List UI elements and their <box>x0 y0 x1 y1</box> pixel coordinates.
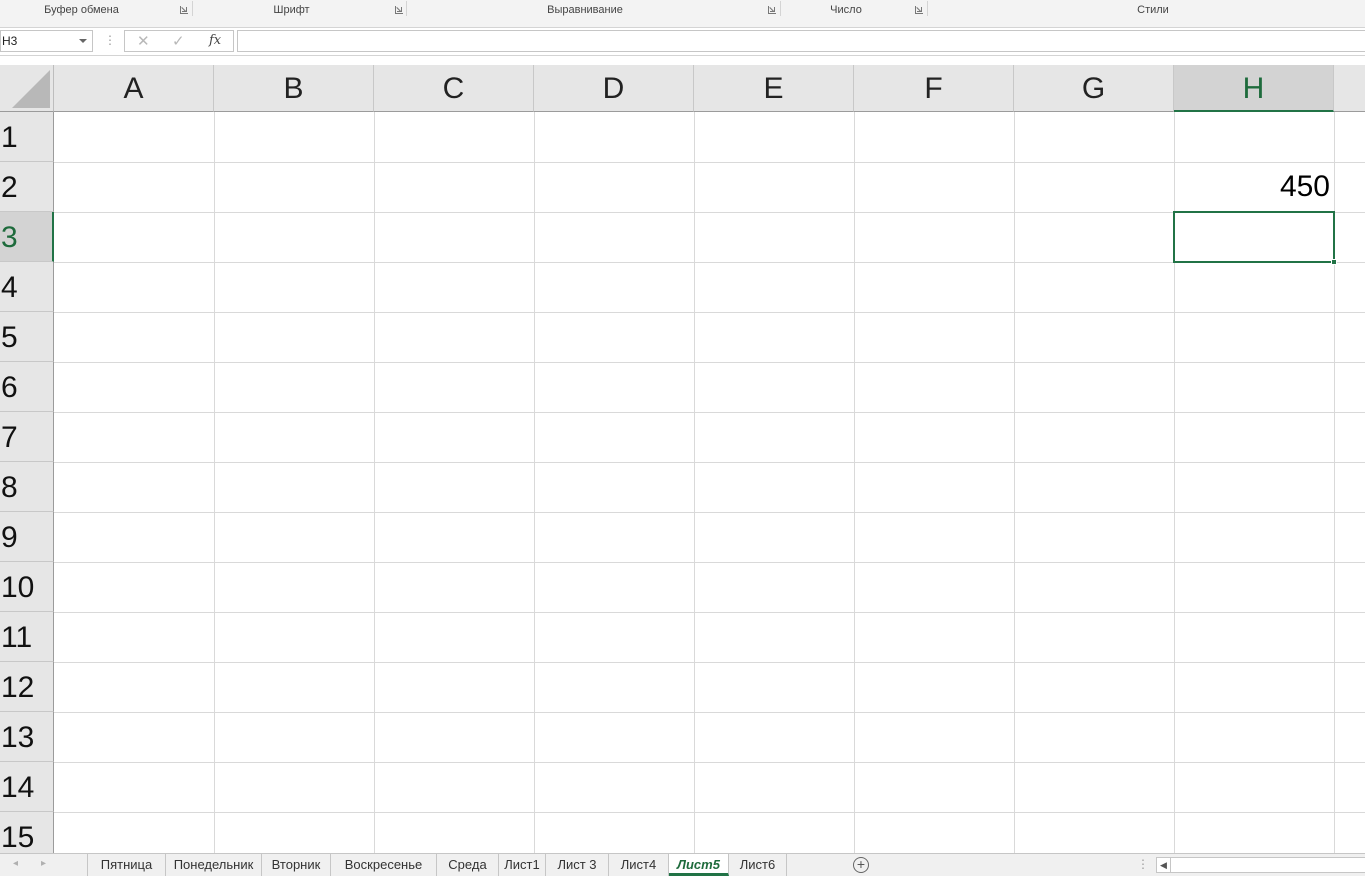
column-header-partial <box>1334 65 1365 112</box>
ribbon-group-label: Выравнивание <box>547 3 623 16</box>
row-header-13[interactable]: 13 <box>0 712 54 762</box>
gridline-horizontal <box>54 462 1365 463</box>
gridline-vertical <box>374 112 375 853</box>
ribbon-group-number: Число <box>781 0 911 19</box>
row-header-2[interactable]: 2 <box>0 162 54 212</box>
row-header-7[interactable]: 7 <box>0 412 54 462</box>
gridline-horizontal <box>54 712 1365 713</box>
sheet-tab[interactable]: Пятница <box>88 854 166 876</box>
gridline-horizontal <box>54 162 1365 163</box>
sheet-tab[interactable]: Понедельник <box>166 854 262 876</box>
ribbon-group-font: Шрифт <box>193 0 390 19</box>
sheet-tab[interactable]: Лист 3 <box>546 854 609 876</box>
row-header-11[interactable]: 11 <box>0 612 54 662</box>
row-header-3[interactable]: 3 <box>0 212 54 262</box>
chevron-down-icon[interactable] <box>79 39 87 43</box>
scroll-tabs-right-icon[interactable]: ▸ <box>41 858 46 869</box>
add-sheet-button[interactable]: + <box>853 857 869 873</box>
select-all-triangle-icon <box>12 70 50 108</box>
formula-input[interactable] <box>237 30 1365 52</box>
row-header-8[interactable]: 8 <box>0 462 54 512</box>
sheet-tab[interactable]: Лист6 <box>729 854 787 876</box>
active-cell-outline[interactable] <box>1173 211 1335 263</box>
plus-icon: + <box>856 856 866 872</box>
row-header-12[interactable]: 12 <box>0 662 54 712</box>
gridline-horizontal <box>54 312 1365 313</box>
formula-bar-resize-handle-icon[interactable]: ⋮ <box>104 33 116 47</box>
ribbon-group-label: Буфер обмена <box>44 3 119 16</box>
row-header-5[interactable]: 5 <box>0 312 54 362</box>
gridline-horizontal <box>54 762 1365 763</box>
row-header-4[interactable]: 4 <box>0 262 54 312</box>
column-header-a[interactable]: A <box>54 65 214 112</box>
ribbon-group-label: Стили <box>1137 3 1169 16</box>
sheet-tab[interactable]: Среда <box>437 854 499 876</box>
ribbon-group-styles: Стили <box>928 0 1365 19</box>
sheet-tab[interactable]: Лист5 <box>669 854 729 876</box>
sheet-tab[interactable]: Лист4 <box>609 854 669 876</box>
cells-area[interactable]: 450 <box>54 112 1365 853</box>
font-dialog-launcher-icon[interactable] <box>395 6 403 14</box>
sheet-tab[interactable]: Лист1 <box>499 854 546 876</box>
name-box[interactable]: H3 <box>0 30 93 52</box>
column-header-g[interactable]: G <box>1014 65 1174 112</box>
gridline-horizontal <box>54 612 1365 613</box>
gridline-horizontal <box>54 512 1365 513</box>
column-header-d[interactable]: D <box>534 65 694 112</box>
tabs-resize-handle-icon[interactable]: ⋮ <box>1137 857 1149 871</box>
column-header-f[interactable]: F <box>854 65 1014 112</box>
row-header-6[interactable]: 6 <box>0 362 54 412</box>
ribbon-group-label: Шрифт <box>273 3 310 16</box>
gridline-vertical <box>214 112 215 853</box>
scroll-tabs-left-icon[interactable]: ◂ <box>13 858 18 869</box>
gridline-horizontal <box>54 212 1365 213</box>
row-header-1[interactable]: 1 <box>0 112 54 162</box>
insert-function-icon[interactable]: fx <box>209 33 221 48</box>
gridline-vertical <box>854 112 855 853</box>
row-header-9[interactable]: 9 <box>0 512 54 562</box>
gridline-horizontal <box>54 662 1365 663</box>
clipboard-dialog-launcher-icon[interactable] <box>180 6 188 14</box>
spreadsheet-grid: ABCDEFGH 1 2 3 4 5 6 7 8 9 10 11 12 13 14 15 450 <box>0 65 1365 853</box>
excel-window: Буфер обмена Шрифт Выравнивание Число Ст… <box>0 0 1365 876</box>
sheet-tab[interactable]: Воскресенье <box>331 854 437 876</box>
select-all-button[interactable] <box>0 65 54 112</box>
formula-bar: H3 ⋮ ✕ ✓ fx <box>0 28 1365 56</box>
cancel-icon[interactable]: ✕ <box>137 32 150 50</box>
gridline-horizontal <box>54 562 1365 563</box>
column-header-c[interactable]: C <box>374 65 534 112</box>
fill-handle[interactable] <box>1331 259 1337 265</box>
ribbon-group-label: Число <box>830 3 862 16</box>
scroll-left-icon[interactable]: ◀ <box>1157 858 1171 872</box>
ribbon-group-labels: Буфер обмена Шрифт Выравнивание Число Ст… <box>0 0 1365 28</box>
horizontal-scrollbar[interactable]: ◀ <box>1156 857 1365 873</box>
gridline-horizontal <box>54 262 1365 263</box>
column-header-e[interactable]: E <box>694 65 854 112</box>
gridline-vertical <box>534 112 535 853</box>
number-dialog-launcher-icon[interactable] <box>915 6 923 14</box>
ribbon-group-alignment: Выравнивание <box>407 0 763 19</box>
gridline-horizontal <box>54 812 1365 813</box>
formula-bar-buttons: ✕ ✓ fx <box>124 30 234 52</box>
sheet-tabs-bar: ◂ ▸ Пятница Понедельник Вторник Воскресенье… <box>0 853 1365 876</box>
row-header-15[interactable]: 15 <box>0 812 54 853</box>
sheet-tab[interactable]: Вторник <box>262 854 331 876</box>
cell-h2[interactable]: 450 <box>1174 162 1330 212</box>
gridline-horizontal <box>54 362 1365 363</box>
gridline-vertical <box>694 112 695 853</box>
row-header-14[interactable]: 14 <box>0 762 54 812</box>
column-header-b[interactable]: B <box>214 65 374 112</box>
ribbon-group-clipboard: Буфер обмена <box>0 0 163 19</box>
enter-icon[interactable]: ✓ <box>172 32 185 50</box>
gridline-horizontal <box>54 412 1365 413</box>
name-box-value: H3 <box>2 34 18 48</box>
column-header-h[interactable]: H <box>1174 65 1334 112</box>
alignment-dialog-launcher-icon[interactable] <box>768 6 776 14</box>
row-header-10[interactable]: 10 <box>0 562 54 612</box>
gridline-vertical <box>1014 112 1015 853</box>
